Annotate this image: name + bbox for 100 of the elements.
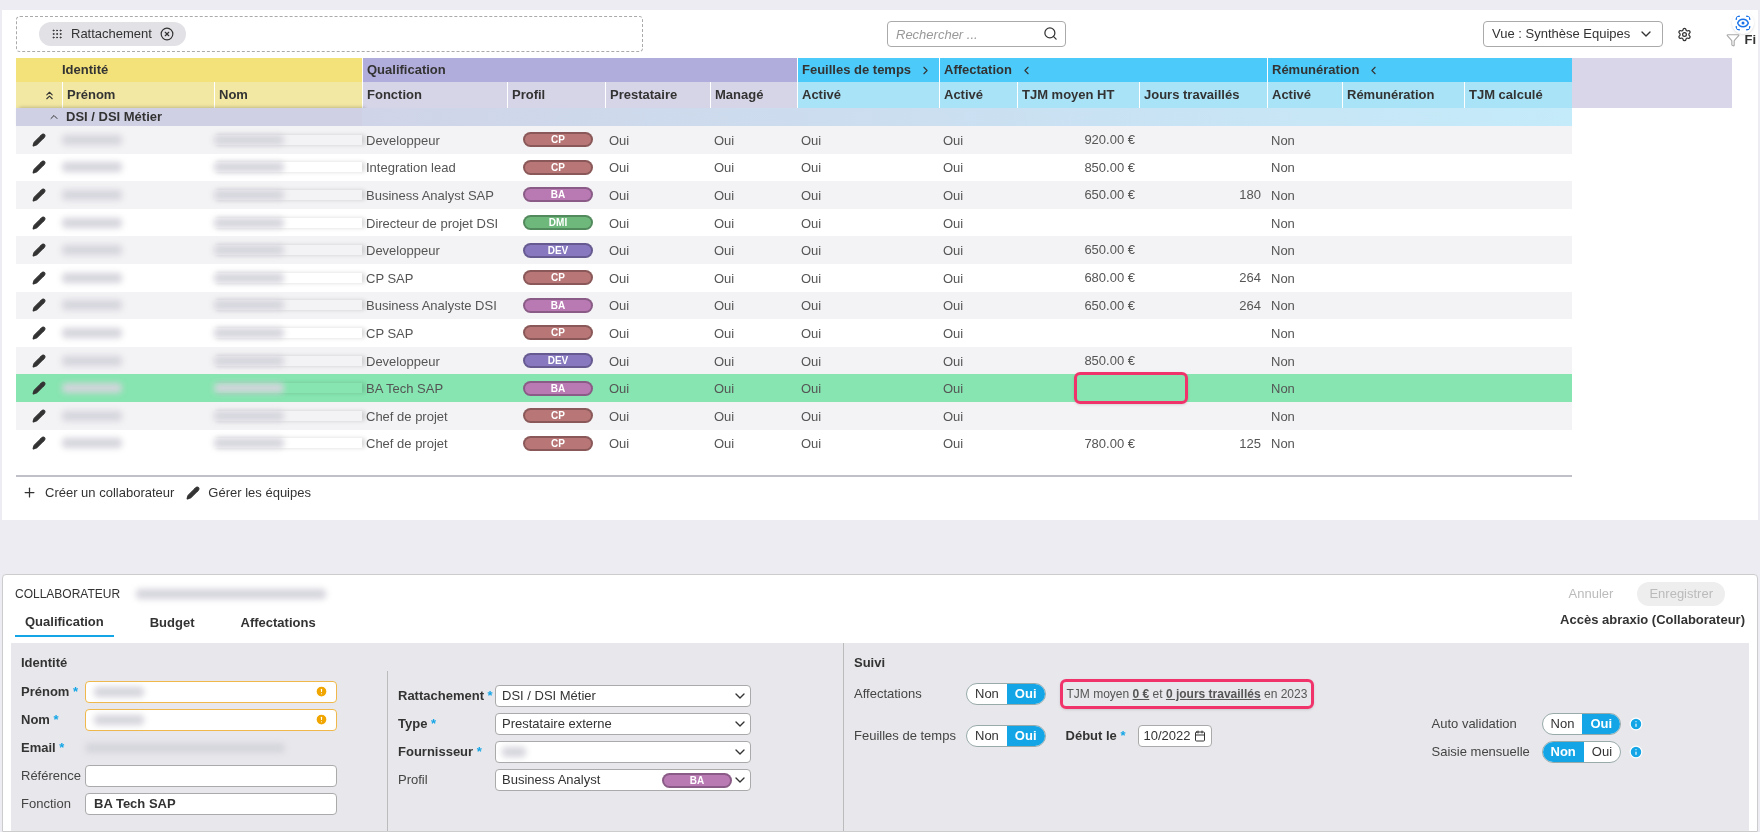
- column-header[interactable]: Activé: [1267, 82, 1342, 108]
- table-cell: Oui: [943, 325, 964, 341]
- table-cell: Non: [1271, 188, 1295, 203]
- column-header[interactable]: Managé: [710, 82, 797, 108]
- section-title: Identité: [21, 654, 69, 672]
- toggle-option[interactable]: Non: [1542, 713, 1583, 734]
- manage-teams-link[interactable]: Gérer les équipes: [208, 483, 311, 503]
- input-field[interactable]: [85, 764, 337, 787]
- column-header[interactable]: Rémunération: [1342, 82, 1464, 108]
- create-link[interactable]: Créer un collaborateur: [45, 483, 175, 503]
- toggle-option[interactable]: Non: [967, 683, 1007, 704]
- table-cell: Chef de projet: [366, 436, 448, 452]
- table-cell: Oui: [609, 436, 630, 452]
- column-header[interactable]: Profil: [507, 82, 605, 108]
- remove-icon[interactable]: [159, 27, 174, 41]
- date-field[interactable]: 10/2022: [1137, 724, 1212, 747]
- table-cell: Oui: [609, 325, 630, 341]
- column-header[interactable]: TJM calculé: [1464, 82, 1572, 108]
- select-field[interactable]: DSI / DSI Métier: [495, 685, 751, 707]
- edit-icon[interactable]: [32, 325, 46, 340]
- select-field[interactable]: Prestataire externe: [495, 713, 751, 735]
- table-cell: Oui: [943, 353, 964, 369]
- table-cell: Oui: [801, 298, 822, 314]
- profile-badge: BA: [523, 187, 593, 203]
- table-cell: Non: [1271, 132, 1295, 148]
- redacted-text: [62, 383, 122, 394]
- redacted-text: [62, 272, 122, 283]
- table-cell: Oui: [943, 298, 964, 314]
- profile-badge: CP: [523, 159, 593, 175]
- table-cell-text: 650.00 €: [1084, 186, 1135, 205]
- edit-icon: [186, 485, 201, 500]
- column-header[interactable]: Nom: [214, 82, 362, 108]
- summary-text: TJM moyen 0 € et 0 jours travaillés en 2023: [1059, 678, 1315, 709]
- input-field[interactable]: BA Tech SAP: [85, 792, 337, 815]
- toggle-option[interactable]: Non: [967, 725, 1007, 746]
- filter-label[interactable]: Fi: [1744, 30, 1756, 50]
- table-row[interactable]: Business Analyst SAP BA Oui Oui Oui Oui 650.00 € 180 Non: [16, 181, 1572, 209]
- input-field[interactable]: [85, 708, 337, 731]
- table-cell: Oui: [609, 298, 630, 314]
- input-field[interactable]: [85, 680, 337, 703]
- table-cell: Oui: [801, 243, 822, 259]
- edit-icon[interactable]: [32, 215, 46, 230]
- select-field[interactable]: [495, 741, 751, 763]
- edit-icon[interactable]: [32, 132, 46, 147]
- info-icon[interactable]: [1629, 716, 1644, 731]
- table-cell: Oui: [943, 243, 964, 259]
- table-row[interactable]: Developpeur CP Oui Oui Oui Oui 920.00 € Non: [16, 126, 1572, 154]
- edit-icon[interactable]: [32, 160, 46, 175]
- redacted-text: [214, 300, 284, 311]
- redacted-text: [214, 217, 284, 228]
- field-label: Référence: [21, 766, 82, 785]
- group-by-zone[interactable]: Rattachement: [16, 16, 643, 52]
- column-header[interactable]: Fonction: [362, 82, 507, 108]
- table-row[interactable]: Chef de projet CP Oui Oui Oui Oui Non: [16, 401, 1572, 430]
- select-field[interactable]: Business Analyst BA: [495, 769, 751, 791]
- table-row[interactable]: Developpeur DEV Oui Oui Oui Oui 650.00 € Non: [16, 236, 1572, 264]
- settings-icon[interactable]: [1677, 26, 1692, 42]
- table-cell: CP SAP: [366, 325, 414, 341]
- edit-icon[interactable]: [32, 188, 46, 202]
- column-header[interactable]: Prénom: [62, 82, 214, 108]
- toggle-option[interactable]: Oui: [1583, 741, 1621, 762]
- column-header[interactable]: Prestataire: [605, 82, 710, 108]
- table-row[interactable]: BA Tech SAP BA Oui Oui Oui Oui Non: [16, 374, 1572, 402]
- edit-icon[interactable]: [32, 436, 46, 451]
- tab[interactable]: Affectations: [230, 609, 326, 637]
- table-cell: Oui: [943, 436, 964, 452]
- redacted-text: [62, 327, 122, 338]
- group-row[interactable]: DSI / DSI Métier: [16, 108, 362, 126]
- info-icon[interactable]: [1629, 744, 1644, 759]
- column-header[interactable]: Activé: [939, 82, 1017, 108]
- column-group-header: Qualification: [362, 58, 797, 82]
- warning-icon: [315, 713, 328, 726]
- table-cell: Oui: [801, 325, 822, 341]
- edit-icon[interactable]: [32, 408, 46, 423]
- view-select[interactable]: Vue : Synthèse Equipes: [1483, 21, 1663, 47]
- edit-icon[interactable]: [32, 353, 46, 368]
- calendar-icon[interactable]: [1193, 729, 1206, 742]
- field-label: Fonction: [21, 794, 72, 813]
- column-header[interactable]: TJM moyen HT: [1017, 82, 1139, 108]
- edit-icon[interactable]: [32, 270, 46, 285]
- column-header[interactable]: Activé: [797, 82, 939, 108]
- column-group-header: Feuilles de temps: [797, 58, 939, 82]
- edit-icon[interactable]: [32, 298, 46, 313]
- tab[interactable]: Qualification: [15, 609, 114, 637]
- field-label: Début le *: [1065, 726, 1127, 745]
- search-icon[interactable]: [1043, 26, 1058, 41]
- table-row[interactable]: Developpeur DEV Oui Oui Oui Oui 850.00 € Non: [16, 346, 1572, 375]
- group-chip[interactable]: Rattachement: [39, 22, 186, 46]
- edit-icon[interactable]: [32, 243, 46, 258]
- tab[interactable]: Budget: [139, 609, 205, 637]
- profile-badge: DEV: [523, 242, 593, 258]
- edit-icon[interactable]: [32, 381, 46, 396]
- profile-badge: CP: [523, 132, 593, 148]
- search-field[interactable]: Rechercher ...: [887, 21, 1066, 47]
- field-label: Prénom *: [21, 682, 80, 701]
- table-row[interactable]: Business Analyste DSI BA Oui Oui Oui Oui 650.00 € 264 Non: [16, 291, 1572, 320]
- column-header[interactable]: Jours travaillés: [1139, 82, 1267, 108]
- table-cell: Oui: [801, 270, 822, 286]
- table-cell: Oui: [801, 353, 822, 369]
- table-cell: Developpeur: [366, 132, 440, 148]
